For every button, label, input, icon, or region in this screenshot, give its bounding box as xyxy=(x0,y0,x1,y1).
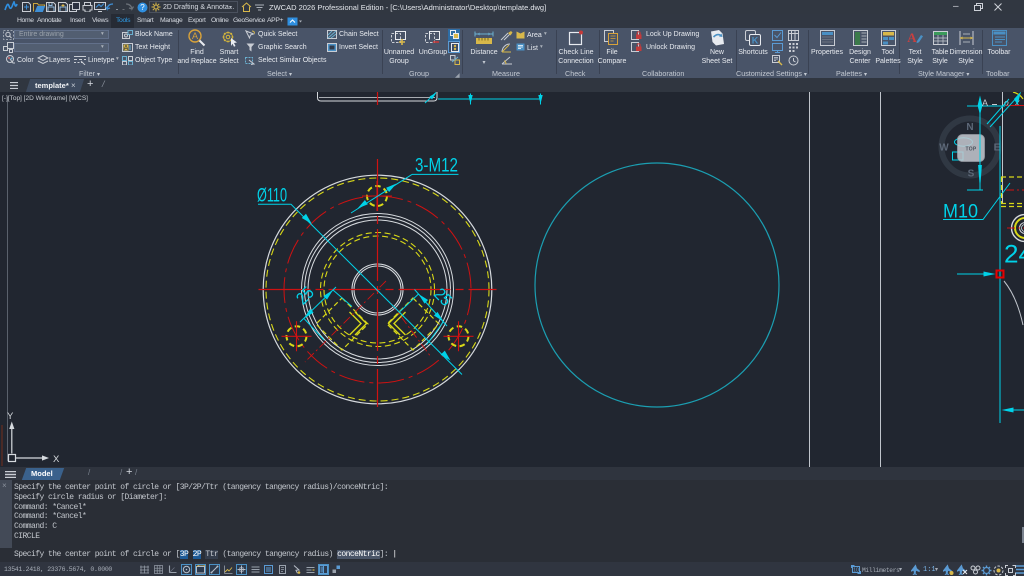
svg-text:K: K xyxy=(752,36,759,46)
svg-text:10: 10 xyxy=(853,568,859,574)
svg-text:S: S xyxy=(968,169,975,180)
svg-text:24: 24 xyxy=(1004,241,1024,269)
svg-text:A: A xyxy=(192,31,198,41)
svg-text:N: N xyxy=(966,122,973,133)
svg-text:TOP: TOP xyxy=(965,147,976,153)
svg-text:M10: M10 xyxy=(943,201,978,223)
svg-text:Y: Y xyxy=(7,411,14,422)
svg-text:X: X xyxy=(53,454,60,465)
svg-text:3-M12: 3-M12 xyxy=(415,155,458,177)
svg-text:A: A xyxy=(124,45,129,52)
svg-text:W: W xyxy=(939,143,949,154)
svg-text:Ø110: Ø110 xyxy=(257,185,287,207)
svg-text:A: A xyxy=(907,30,917,45)
svg-text:25: 25 xyxy=(292,283,317,308)
svg-text:A: A xyxy=(982,98,988,108)
svg-text:?: ? xyxy=(140,3,145,12)
